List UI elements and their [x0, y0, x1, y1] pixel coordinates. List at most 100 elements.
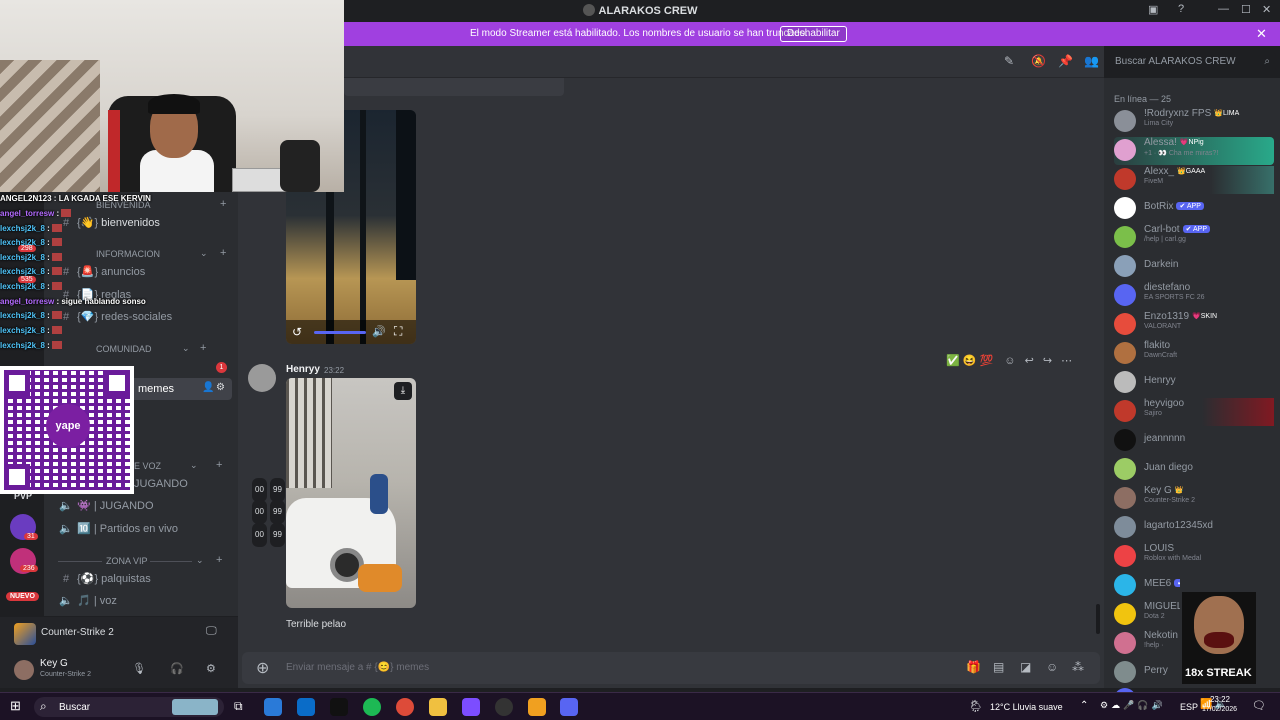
help-icon[interactable]: ? — [1178, 3, 1184, 15]
obs-icon[interactable] — [495, 698, 513, 716]
member-item[interactable]: diestefano EA SPORTS FC 26 — [1114, 282, 1274, 310]
language-indicator[interactable]: ESP — [1180, 702, 1198, 712]
member-item[interactable]: Enzo1319 💗SKIN VALORANT — [1114, 311, 1274, 339]
previous-attachment[interactable] — [344, 78, 564, 96]
volume-icon[interactable]: 🔊 — [372, 325, 386, 338]
hundred-reaction-icon[interactable]: 💯 — [980, 355, 994, 367]
pin-icon[interactable]: 📌 — [1058, 54, 1073, 68]
screen-share-icon[interactable]: 🖵 — [206, 625, 217, 638]
threads-icon[interactable]: ✎ — [1004, 54, 1014, 68]
replay-icon[interactable]: ↺ — [292, 325, 302, 339]
member-item[interactable]: jeannnnn — [1114, 427, 1274, 455]
add-channel-icon[interactable]: + — [216, 459, 222, 471]
chevron-up-icon[interactable]: ⌃ — [1080, 700, 1088, 711]
members-icon[interactable]: 👥 — [1084, 54, 1099, 68]
grin-reaction-icon[interactable]: 😆 — [963, 355, 977, 367]
spotify-icon[interactable] — [363, 698, 381, 716]
download-icon[interactable]: ⤓ — [394, 382, 412, 400]
inbox-icon[interactable]: ▣ — [1148, 3, 1158, 16]
tray-icons[interactable]: ⚙☁🎤🎧🔊 — [1100, 700, 1166, 711]
close-window-button[interactable]: ✕ — [1262, 3, 1271, 16]
member-activity: Roblox with Medal — [1144, 555, 1202, 562]
member-item[interactable]: Juan diego — [1114, 456, 1274, 484]
headphones-icon[interactable]: 🎧 — [170, 662, 184, 675]
invite-icon[interactable]: 👤 — [202, 382, 214, 393]
check-reaction-icon[interactable]: ✅ — [946, 355, 960, 367]
add-channel-icon[interactable]: + — [200, 342, 206, 354]
member-item[interactable]: Key G 👑 Counter-Strike 2 — [1114, 485, 1274, 513]
message-author[interactable]: Henryy — [286, 364, 320, 375]
member-item[interactable]: LOUIS Roblox with Medal — [1114, 543, 1274, 571]
store-icon[interactable] — [264, 698, 282, 716]
user-name[interactable]: Key G — [40, 658, 68, 669]
file-explorer-icon[interactable] — [429, 698, 447, 716]
member-item[interactable]: Nekotin !help · — [1114, 630, 1180, 658]
maximize-button[interactable]: ☐ — [1241, 3, 1251, 16]
avatar — [1114, 516, 1136, 538]
member-item[interactable]: Henryy — [1114, 369, 1274, 397]
member-item[interactable]: Darkein — [1114, 253, 1274, 281]
add-reaction-icon[interactable]: ☺ — [1004, 355, 1015, 367]
taskbar-search[interactable]: ⌕ Buscar — [34, 697, 224, 717]
clock-date[interactable]: 17/02/2026 — [1202, 706, 1237, 713]
channel-palquistas[interactable]: # {⚽} palquistas — [58, 568, 232, 590]
progress-bar[interactable] — [314, 331, 366, 334]
member-activity: /help | carl.gg — [1144, 236, 1186, 243]
member-item[interactable]: MIGUEL Dota 2 — [1114, 601, 1180, 629]
outlook-icon[interactable] — [297, 698, 315, 716]
avatar[interactable] — [14, 660, 34, 680]
windows-start-icon[interactable]: ⊞ — [10, 698, 21, 714]
sticker-icon[interactable]: ◪ — [1020, 660, 1031, 674]
emoji-icon[interactable]: ☺ — [1046, 660, 1058, 674]
gif-icon[interactable]: ▤ — [993, 660, 1004, 674]
gear-icon[interactable]: ⚙ — [206, 662, 216, 675]
voice-channel-partidos[interactable]: 🔈 🔟 | Partidos en vivo 00 99 — [58, 518, 285, 547]
voice-channel-voz[interactable]: 🔈 🎵 | voz — [58, 590, 232, 612]
search-input[interactable]: Buscar ALARAKOS CREW ⌕ — [1110, 53, 1276, 71]
gear-icon[interactable]: ⚙ — [216, 382, 225, 393]
add-channel-icon[interactable]: + — [216, 554, 222, 566]
add-channel-icon[interactable]: + — [220, 198, 226, 210]
task-view-icon[interactable]: ⧉ — [234, 699, 243, 714]
member-item[interactable]: !Rodryxnz FPS 👑LIMA Lima City — [1114, 108, 1274, 136]
microphone-icon[interactable]: 🎙 — [132, 662, 146, 675]
avatar — [1114, 400, 1136, 422]
stream-chat-line: angel_torresw : sigue hablando sonso — [0, 297, 146, 306]
forward-icon[interactable]: ↪ — [1043, 355, 1052, 367]
message-input[interactable]: Enviar mensaje a # {😊} memes — [286, 662, 429, 673]
avatar[interactable] — [248, 364, 276, 392]
apps-icon[interactable]: ⁂ — [1072, 660, 1084, 674]
fullscreen-icon[interactable]: ⛶ — [394, 324, 402, 339]
gift-icon[interactable]: 🎁 — [966, 660, 981, 674]
add-channel-icon[interactable]: + — [220, 247, 226, 259]
member-item[interactable]: Carl-bot ✔ APP/help | carl.gg — [1114, 224, 1274, 252]
member-item[interactable]: lagarto12345xd — [1114, 514, 1274, 542]
member-item[interactable]: MEE6✔ APP — [1114, 572, 1180, 600]
member-item[interactable]: BotRix ✔ APP — [1114, 195, 1274, 223]
clock-time[interactable]: 23:22 — [1202, 695, 1238, 704]
member-item[interactable]: Alessa! 💗NPig +1 · 👀 Cha me miras?! — [1114, 137, 1274, 165]
minimize-button[interactable]: — — [1218, 3, 1229, 15]
member-item[interactable]: Alexx_ 👑GAAA FiveM — [1114, 166, 1274, 194]
mute-bell-icon[interactable]: 🔕 — [1031, 54, 1046, 68]
tiktok-icon[interactable] — [330, 698, 348, 716]
category-zona-vip[interactable]: ZONA VIP ⌄ + — [58, 554, 232, 566]
copilot-icon[interactable] — [462, 698, 480, 716]
message-composer[interactable]: ⊕ Enviar mensaje a # {😊} memes 🎁 ▤ ◪ ☺ ⁂ — [242, 652, 1100, 684]
cs2-taskbar-icon[interactable] — [528, 698, 546, 716]
member-item[interactable]: Perry — [1114, 659, 1180, 687]
notifications-icon[interactable]: 🗨 — [1252, 699, 1266, 712]
more-icon[interactable]: ⋯ — [1061, 355, 1072, 367]
chrome-icon[interactable] — [396, 698, 414, 716]
add-attachment-icon[interactable]: ⊕ — [256, 658, 269, 678]
image-attachment[interactable]: ⤓ — [286, 378, 416, 608]
discord-icon[interactable] — [560, 698, 578, 716]
disable-streamer-button[interactable]: Deshabilitar — [780, 26, 847, 42]
close-icon[interactable]: ✕ — [1256, 26, 1267, 42]
scrollbar[interactable] — [1096, 604, 1100, 634]
member-item[interactable]: heyvigoo Sajiro — [1114, 398, 1274, 426]
voice-channel-jugando[interactable]: 🔈 👾 | JUGANDO 00 99 — [58, 495, 285, 524]
member-item[interactable]: flakito DawnCraft — [1114, 340, 1274, 368]
reply-icon[interactable]: ↩ — [1025, 355, 1034, 367]
member-name: BotRix ✔ APP — [1144, 201, 1204, 212]
